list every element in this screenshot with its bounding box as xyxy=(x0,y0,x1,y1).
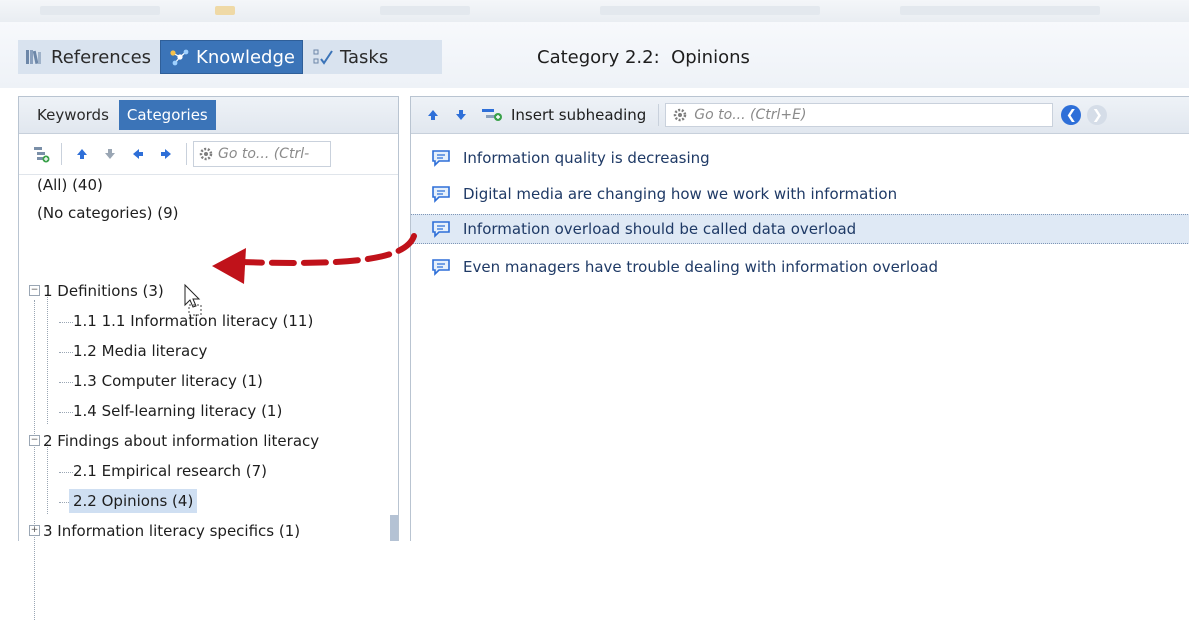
tasks-checklist-icon xyxy=(313,49,333,65)
forward-arrow-icon: ❯ xyxy=(1091,107,1103,123)
arrow-down-icon xyxy=(456,110,466,120)
books-icon xyxy=(26,50,41,65)
main-navigation: References Knowledge Tasks xyxy=(18,40,442,74)
tree-item-empirical-research[interactable]: 2.1 Empirical research (7) xyxy=(73,459,267,483)
knowledge-item-label: Even managers have trouble dealing with … xyxy=(463,258,939,276)
tree-connector xyxy=(47,444,48,514)
faint-toolbar-element xyxy=(380,6,470,15)
arrow-up-icon xyxy=(428,110,438,120)
tree-item-definitions[interactable]: 1 Definitions (3) xyxy=(43,279,164,303)
toolbar-separator xyxy=(186,143,187,165)
window-top-strip xyxy=(0,0,1189,23)
collapse-toggle[interactable]: − xyxy=(29,435,40,446)
page-title: Category 2.2: Opinions xyxy=(537,47,750,68)
speech-bubble-icon xyxy=(432,186,450,203)
tree-item-no-categories[interactable]: (No categories) (9) xyxy=(37,201,179,225)
insert-subheading-button[interactable]: Insert subheading xyxy=(475,106,652,124)
nav-tab-references[interactable]: References xyxy=(18,41,158,73)
tree-connector xyxy=(59,382,73,383)
nav-tab-knowledge[interactable]: Knowledge xyxy=(160,40,303,74)
goto-placeholder: Go to... (Ctrl+E) xyxy=(694,107,807,123)
move-right-button[interactable] xyxy=(152,140,180,168)
move-left-button[interactable] xyxy=(124,140,152,168)
tab-categories[interactable]: Categories xyxy=(118,100,216,130)
tree-connector xyxy=(59,472,73,473)
arrow-down-icon xyxy=(105,149,115,159)
nav-tab-label: References xyxy=(51,46,152,68)
add-category-icon xyxy=(34,147,50,163)
category-goto-field[interactable]: Go to... (Ctrl- xyxy=(193,141,331,167)
faint-toolbar-element xyxy=(900,6,1100,15)
goto-placeholder: Go to... (Ctrl- xyxy=(218,146,310,162)
expand-toggle[interactable]: + xyxy=(29,525,40,536)
back-arrow-icon: ❮ xyxy=(1065,107,1077,123)
tree-item-computer-literacy[interactable]: 1.3 Computer literacy (1) xyxy=(73,369,263,393)
knowledge-network-icon xyxy=(170,49,189,66)
tree-item-findings[interactable]: 2 Findings about information literacy xyxy=(43,429,319,453)
tab-keywords[interactable]: Keywords xyxy=(29,100,117,130)
tree-connector xyxy=(34,300,35,620)
knowledge-item[interactable]: Even managers have trouble dealing with … xyxy=(411,252,1189,282)
category-toolbar: Go to... (Ctrl- xyxy=(19,134,398,175)
tree-item-specifics[interactable]: 3 Information literacy specifics (1) xyxy=(43,519,300,543)
tree-item-self-learning-literacy[interactable]: 1.4 Self-learning literacy (1) xyxy=(73,399,282,423)
knowledge-item[interactable]: Information quality is decreasing xyxy=(411,143,1189,173)
faint-toolbar-element xyxy=(600,6,820,15)
arrow-up-icon xyxy=(77,149,87,159)
gear-icon xyxy=(674,108,687,122)
knowledge-item-label: Information quality is decreasing xyxy=(463,149,710,167)
arrow-right-icon xyxy=(161,149,171,159)
toolbar-separator xyxy=(658,104,660,126)
nav-tab-tasks[interactable]: Tasks xyxy=(305,41,395,73)
forward-button[interactable]: ❯ xyxy=(1087,105,1108,125)
back-button[interactable]: ❮ xyxy=(1061,105,1082,125)
speech-bubble-icon xyxy=(432,150,450,167)
move-item-up-button[interactable] xyxy=(419,101,447,129)
move-up-button[interactable] xyxy=(68,140,96,168)
knowledge-items-pane: Insert subheading Go to... (Ctrl+E) ❮ ❯ … xyxy=(410,96,1189,541)
collapse-toggle[interactable]: − xyxy=(29,285,40,296)
speech-bubble-icon xyxy=(432,259,450,276)
knowledge-item[interactable]: Digital media are changing how we work w… xyxy=(411,179,1189,209)
tree-connector xyxy=(59,352,73,353)
toolbar-separator xyxy=(61,143,62,165)
insert-subheading-icon xyxy=(482,109,502,121)
knowledge-item-label: Digital media are changing how we work w… xyxy=(463,185,898,203)
tree-connector xyxy=(59,322,73,323)
tree-connector xyxy=(59,412,73,413)
knowledge-item-selected[interactable]: Information overload should be called da… xyxy=(411,214,1189,244)
tree-item-all[interactable]: (All) (40) xyxy=(37,173,103,197)
category-pane: Keywords Categories Go to... (Ctrl- (All… xyxy=(18,96,399,620)
speech-bubble-icon xyxy=(432,221,450,238)
tree-item-opinions[interactable]: 2.2 Opinions (4) xyxy=(69,489,198,513)
insert-subheading-label: Insert subheading xyxy=(511,106,647,124)
nav-tab-label: Knowledge xyxy=(196,46,295,68)
gear-icon xyxy=(199,147,213,161)
knowledge-toolbar: Insert subheading Go to... (Ctrl+E) ❮ ❯ xyxy=(411,97,1189,134)
add-category-button[interactable] xyxy=(27,140,55,168)
tree-item-media-literacy[interactable]: 1.2 Media literacy xyxy=(73,339,207,363)
faint-toolbar-element xyxy=(40,6,160,15)
faint-toolbar-element xyxy=(215,6,235,15)
scrollbar-thumb[interactable] xyxy=(390,515,398,541)
move-item-down-button[interactable] xyxy=(447,101,475,129)
nav-tab-label: Tasks xyxy=(339,46,389,68)
move-down-button[interactable] xyxy=(96,140,124,168)
category-pane-tabs: Keywords Categories xyxy=(19,97,398,134)
arrow-left-icon xyxy=(133,149,143,159)
drag-cursor-icon xyxy=(184,283,202,316)
knowledge-item-label: Information overload should be called da… xyxy=(463,220,857,238)
knowledge-goto-field[interactable]: Go to... (Ctrl+E) xyxy=(665,103,1054,127)
tree-connector xyxy=(47,294,48,424)
